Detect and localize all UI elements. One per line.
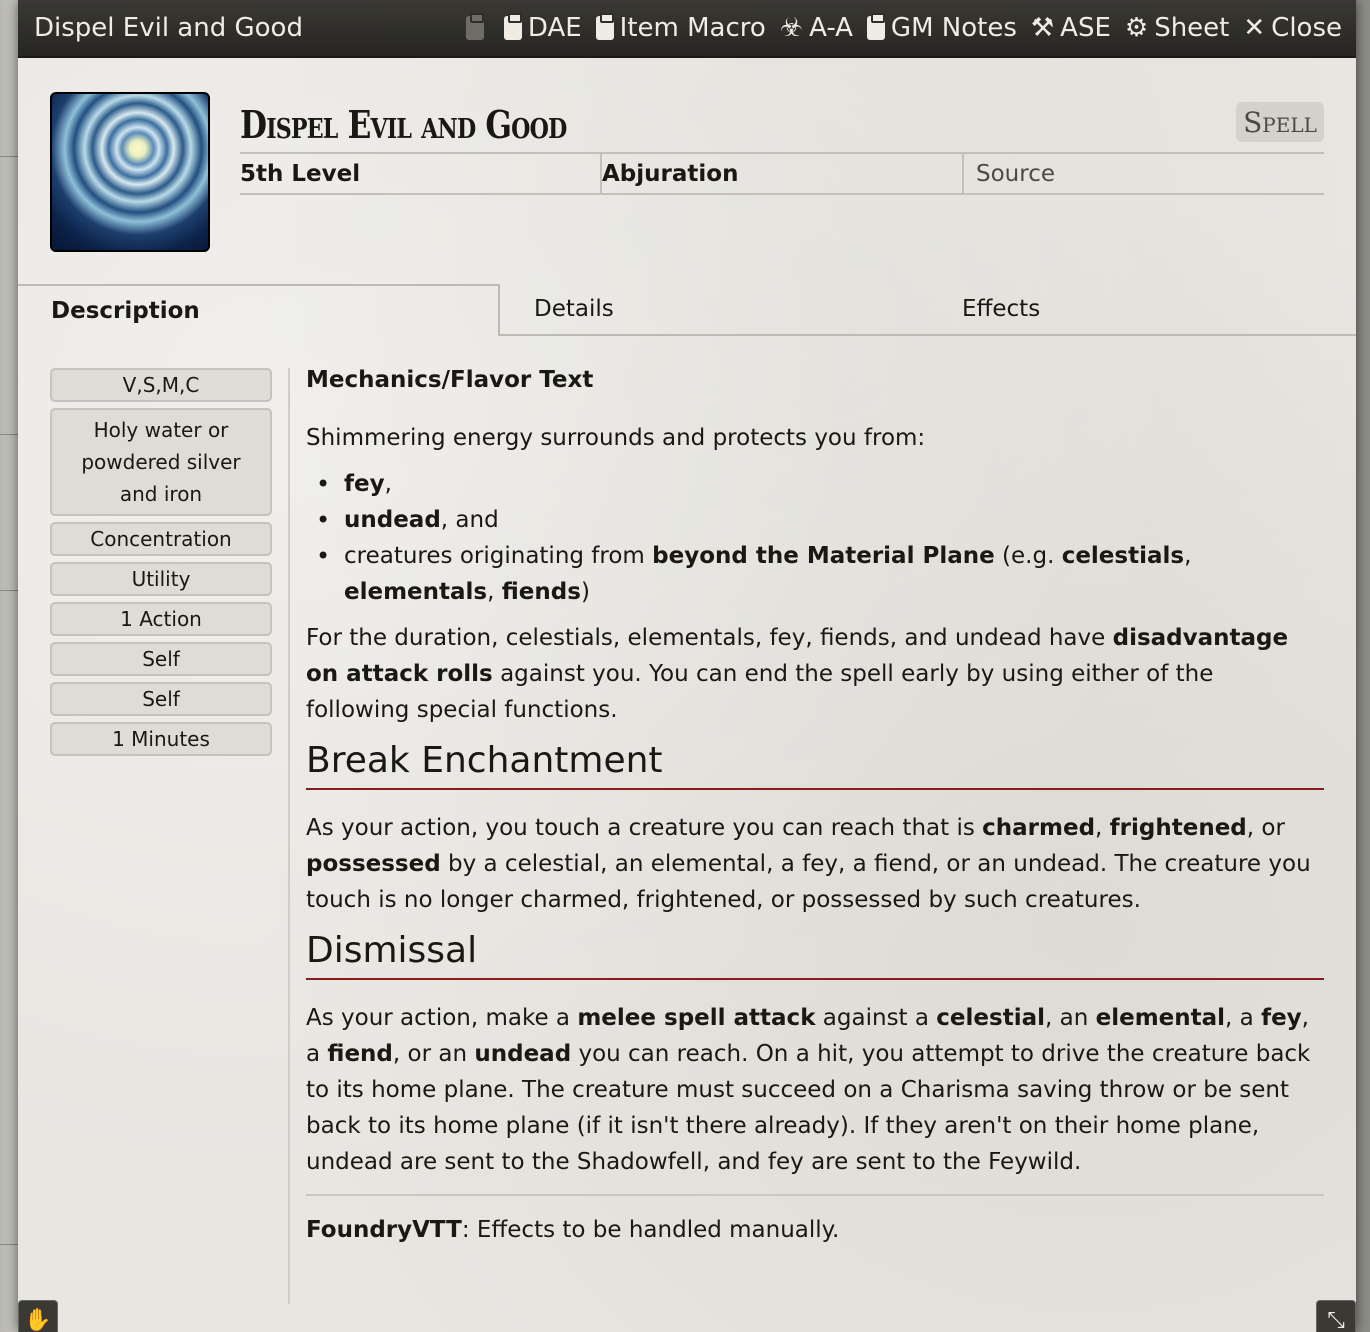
list-item: undead, and [316, 502, 1324, 538]
item-summary: 5th Level Abjuration Source [240, 152, 1324, 195]
clipboard-icon [595, 13, 614, 40]
tab-details[interactable]: Details [500, 284, 928, 336]
close-button[interactable]: ✕ Close [1243, 13, 1342, 43]
item-type-badge: Spell [1236, 102, 1324, 142]
window-title: Dispel Evil and Good [34, 13, 303, 43]
backdrop-line [0, 434, 18, 435]
break-enchantment-paragraph: As your action, you touch a creature you… [306, 815, 1311, 913]
description-editor[interactable]: Mechanics/Flavor Text Shimmering energy … [306, 362, 1324, 1258]
description-heading: Mechanics/Flavor Text [306, 367, 594, 393]
dae-button[interactable]: DAE [503, 13, 582, 43]
property-tag: Utility [50, 562, 272, 596]
sheet-header: Dispel Evil and Good Spell 5th Level Abj… [50, 92, 1324, 252]
automated-animations-button[interactable]: ☣ A-A [780, 13, 853, 43]
tab-effects[interactable]: Effects [928, 284, 1356, 336]
source-field[interactable]: Source [962, 154, 1324, 193]
property-tag: Self [50, 682, 272, 716]
magic-wand-icon: ⚒ [1030, 13, 1055, 43]
spell-school: Abjuration [600, 154, 962, 193]
column-divider [288, 368, 290, 1304]
spell-level: 5th Level [240, 160, 361, 187]
window-titlebar[interactable]: Dispel Evil and Good DAE Item Macro ☣ A-A… [18, 0, 1356, 58]
backdrop-line [0, 156, 18, 157]
resize-handle-icon[interactable]: ⤡ [1316, 1300, 1356, 1332]
dismissal-paragraph: As your action, make a melee spell attac… [306, 1005, 1311, 1175]
backdrop-line [0, 1244, 18, 1245]
dismissal-heading: Dismissal [306, 928, 1324, 980]
ase-button[interactable]: ⚒ ASE [1031, 13, 1111, 43]
clipboard-icon [503, 13, 522, 40]
list-item: fey, [316, 466, 1324, 502]
foundry-note: FoundryVTT: Effects to be handled manual… [306, 1217, 840, 1243]
item-name[interactable]: Dispel Evil and Good [240, 102, 567, 147]
protected-list: fey, undead, and creatures originating f… [306, 466, 1324, 610]
backdrop-line [0, 590, 18, 591]
spell-image[interactable] [50, 92, 210, 252]
clipboard-icon [465, 13, 484, 40]
properties-list: V,S,M,C Holy water or powdered silver an… [50, 368, 272, 762]
item-sheet-window: Dispel Evil and Good DAE Item Macro ☣ A-A… [18, 0, 1356, 1332]
property-tag: Concentration [50, 522, 272, 556]
sheet-tabs: Description Details Effects [18, 284, 1356, 336]
property-tag: Self [50, 642, 272, 676]
property-tag: 1 Action [50, 602, 272, 636]
tab-description[interactable]: Description [18, 284, 500, 336]
list-item: creatures originating from beyond the Ma… [316, 538, 1324, 610]
property-tag: 1 Minutes [50, 722, 272, 756]
duration-paragraph: For the duration, celestials, elementals… [306, 625, 1289, 723]
content-divider [306, 1194, 1324, 1196]
clipboard-icon [866, 13, 885, 40]
sheet-config-button[interactable]: ⚙ Sheet [1125, 13, 1229, 43]
hand-icon[interactable]: ✋ [18, 1300, 58, 1332]
hidden-header-button[interactable] [465, 13, 490, 40]
break-enchantment-heading: Break Enchantment [306, 738, 1324, 790]
biohazard-icon: ☣ [779, 13, 804, 43]
intro-paragraph: Shimmering energy surrounds and protects… [306, 425, 926, 451]
property-tag: V,S,M,C [50, 368, 272, 402]
property-tag: Holy water or powdered silver and iron [50, 408, 272, 516]
item-macro-button[interactable]: Item Macro [595, 13, 766, 43]
gear-icon: ⚙ [1124, 13, 1149, 43]
gm-notes-button[interactable]: GM Notes [866, 13, 1017, 43]
close-icon: ✕ [1243, 13, 1266, 43]
